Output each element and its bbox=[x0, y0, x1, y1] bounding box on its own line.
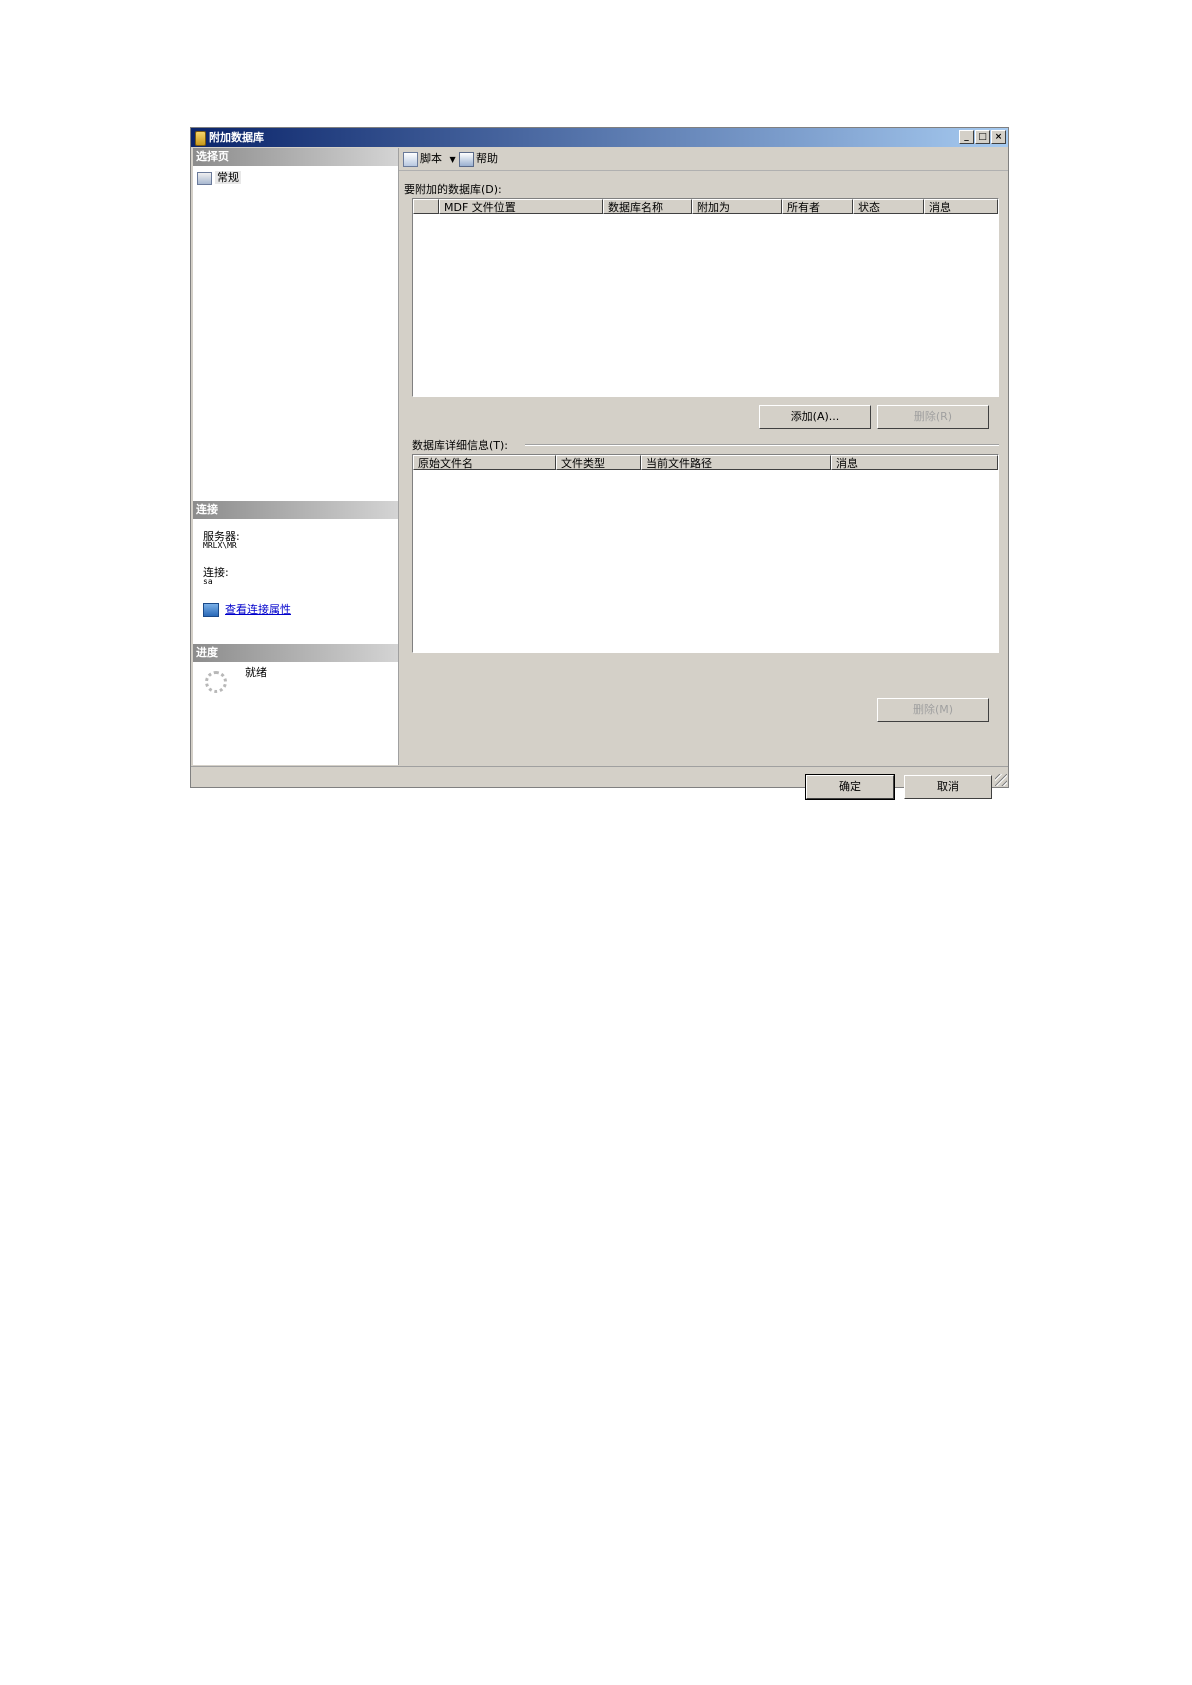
add-button[interactable]: 添加(A)... bbox=[759, 405, 871, 429]
help-button[interactable]: 帮助 bbox=[459, 148, 498, 170]
details-grid-header: 原始文件名 文件类型 当前文件路径 消息 bbox=[413, 455, 998, 471]
minimize-button[interactable]: _ bbox=[959, 130, 974, 144]
column-header-owner[interactable]: 所有者 bbox=[782, 199, 853, 214]
left-pane: 选择页 常规 连接 服务器: MRLX\MR 连接: sa 查看连接属性 进度 … bbox=[193, 148, 399, 765]
column-header-status[interactable]: 状态 bbox=[853, 199, 924, 214]
attach-database-dialog: 附加数据库 _ □ × 选择页 常规 连接 服务器: MRLX\MR 连接: s… bbox=[190, 127, 1009, 800]
cancel-button[interactable]: 取消 bbox=[904, 775, 992, 799]
connection-value: sa bbox=[203, 577, 213, 586]
ok-button[interactable]: 确定 bbox=[805, 774, 895, 800]
column-header-select[interactable] bbox=[413, 199, 439, 214]
attach-databases-label: 要附加的数据库(D): bbox=[404, 183, 502, 196]
toolbar: 脚本 ▼ 帮助 bbox=[399, 148, 1008, 171]
column-header-mdf-location[interactable]: MDF 文件位置 bbox=[439, 199, 603, 214]
column-header-db-name[interactable]: 数据库名称 bbox=[603, 199, 692, 214]
attach-grid-header: MDF 文件位置 数据库名称 附加为 所有者 状态 消息 bbox=[413, 199, 998, 215]
chevron-down-icon: ▼ bbox=[449, 155, 456, 164]
maximize-button[interactable]: □ bbox=[975, 130, 990, 144]
script-button[interactable]: 脚本 ▼ bbox=[403, 148, 456, 171]
server-value: MRLX\MR bbox=[203, 541, 237, 550]
column-header-original-file[interactable]: 原始文件名 bbox=[413, 455, 556, 470]
database-details-grid[interactable]: 原始文件名 文件类型 当前文件路径 消息 bbox=[412, 454, 999, 653]
remove-file-button[interactable]: 删除(M) bbox=[877, 698, 989, 722]
window-title: 附加数据库 bbox=[209, 131, 264, 144]
close-button[interactable]: × bbox=[991, 130, 1006, 144]
resize-grip-icon[interactable] bbox=[995, 774, 1007, 786]
database-icon bbox=[195, 131, 206, 146]
view-connection-link[interactable]: 查看连接属性 bbox=[225, 603, 291, 616]
attach-databases-grid[interactable]: MDF 文件位置 数据库名称 附加为 所有者 状态 消息 bbox=[412, 198, 999, 397]
remove-database-button[interactable]: 删除(R) bbox=[877, 405, 989, 429]
column-header-message[interactable]: 消息 bbox=[924, 199, 998, 214]
column-header-attach-as[interactable]: 附加为 bbox=[692, 199, 782, 214]
select-page-header: 选择页 bbox=[193, 148, 398, 166]
progress-spinner-icon bbox=[205, 671, 227, 693]
column-header-current-path[interactable]: 当前文件路径 bbox=[641, 455, 831, 470]
dialog-footer: 确定 取消 bbox=[191, 766, 1008, 800]
database-details-label: 数据库详细信息(T): bbox=[412, 439, 509, 452]
help-icon bbox=[459, 151, 474, 167]
column-header-details-message[interactable]: 消息 bbox=[831, 455, 998, 470]
title-bar[interactable]: 附加数据库 _ □ × bbox=[191, 128, 1008, 147]
view-connection-properties[interactable]: 查看连接属性 bbox=[203, 601, 291, 617]
properties-icon bbox=[203, 603, 219, 617]
help-label: 帮助 bbox=[476, 152, 498, 165]
script-label: 脚本 bbox=[420, 152, 442, 165]
nav-item-label: 常规 bbox=[215, 171, 241, 184]
nav-item-general[interactable]: 常规 bbox=[197, 170, 241, 186]
right-pane: 脚本 ▼ 帮助 要附加的数据库(D): MDF 文件位置 数据库名称 附加为 所… bbox=[399, 148, 1008, 765]
progress-status: 就绪 bbox=[245, 666, 267, 679]
column-header-file-type[interactable]: 文件类型 bbox=[556, 455, 641, 470]
script-icon bbox=[403, 151, 418, 167]
page-icon bbox=[197, 171, 212, 185]
group-divider bbox=[525, 444, 999, 446]
connection-header: 连接 bbox=[193, 501, 398, 519]
progress-header: 进度 bbox=[193, 644, 398, 662]
